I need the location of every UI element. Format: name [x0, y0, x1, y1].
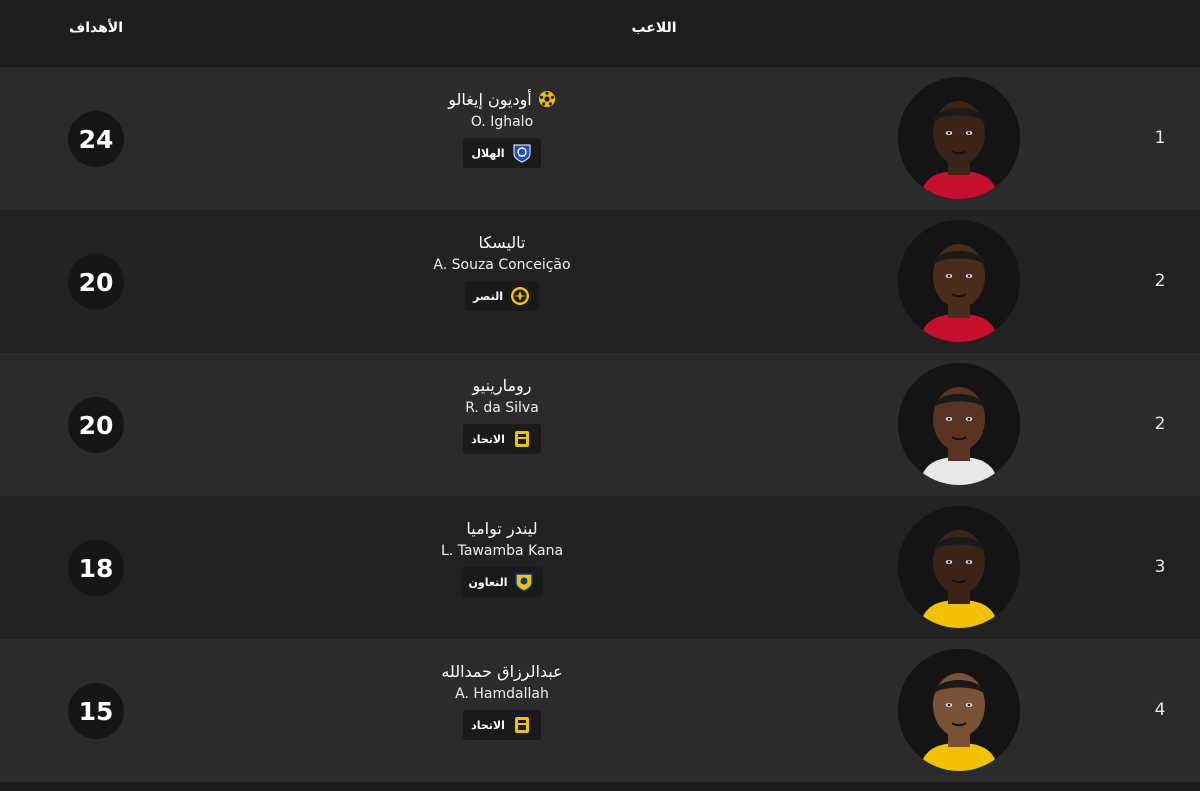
player-info: ليندر تواميا L. Tawamba Kana التعاون: [382, 516, 622, 597]
club-badge[interactable]: الاتحاد: [463, 710, 541, 740]
table-row[interactable]: 2 رومارينيو R. da Silva الاتحاد 20: [0, 353, 1200, 496]
player-name-arabic[interactable]: ليندر تواميا: [466, 516, 537, 540]
goals-count: 20: [68, 397, 124, 453]
player-name-english: A. Hamdallah: [455, 686, 549, 702]
club-name: الاتحاد: [471, 432, 505, 446]
player-photo[interactable]: [898, 77, 1020, 199]
table-row[interactable]: 3 ليندر تواميا L. Tawamba Kana التعاون 18: [0, 496, 1200, 639]
player-photo[interactable]: [898, 649, 1020, 771]
player-name-english: L. Tawamba Kana: [440, 543, 564, 559]
player-info: عبدالرزاق حمدالله A. Hamdallah الاتحاد: [382, 659, 622, 740]
club-badge[interactable]: التعاون: [460, 567, 544, 597]
club-badge[interactable]: النصر: [464, 281, 540, 311]
player-name-arabic[interactable]: عبدالرزاق حمدالله: [441, 659, 562, 683]
goals-count: 20: [68, 254, 124, 310]
club-badge[interactable]: الاتحاد: [463, 424, 541, 454]
table-row[interactable]: 1 أوديون إيغالو O. Ighalo الهلال 24: [0, 67, 1200, 210]
player-info: رومارينيو R. da Silva الاتحاد: [382, 373, 622, 454]
player-name-arabic-text: رومارينيو: [472, 375, 532, 395]
player-name-english: R. da Silva: [465, 400, 539, 416]
al-taawoun-logo-icon: [513, 571, 535, 593]
player-photo[interactable]: [898, 363, 1020, 485]
club-name: النصر: [472, 289, 504, 303]
player-info: أوديون إيغالو O. Ighalo الهلال: [382, 87, 622, 168]
rank-number: 2: [1154, 271, 1166, 291]
rank-number: 4: [1154, 700, 1166, 720]
player-name-arabic[interactable]: رومارينيو: [473, 373, 532, 397]
player-name-arabic-text: أوديون إيغالو: [448, 89, 532, 109]
player-column-header[interactable]: اللاعب: [594, 20, 714, 36]
al-nassr-logo-icon: [509, 285, 531, 307]
rank-number: 3: [1154, 557, 1166, 577]
goals-column-header[interactable]: الأهداف: [56, 20, 136, 36]
player-name-arabic-text: عبدالرزاق حمدالله: [441, 661, 563, 681]
player-name-arabic-text: ليندر تواميا: [466, 518, 538, 538]
football-icon: [538, 90, 556, 108]
table-row[interactable]: 2 تاليسكا A. Souza Conceição النصر 20: [0, 210, 1200, 353]
player-photo[interactable]: [898, 506, 1020, 628]
player-name-arabic[interactable]: تاليسكا: [478, 230, 525, 254]
club-name: الاتحاد: [471, 718, 505, 732]
club-name: الهلال: [471, 146, 505, 160]
club-badge[interactable]: الهلال: [463, 138, 541, 168]
al-hilal-logo-icon: [511, 142, 533, 164]
al-ittihad-logo-icon: [511, 714, 533, 736]
goals-count: 15: [68, 683, 124, 739]
player-info: تاليسكا A. Souza Conceição النصر: [382, 230, 622, 311]
player-name-english: A. Souza Conceição: [433, 257, 571, 273]
player-name-arabic-text: تاليسكا: [478, 232, 526, 252]
player-name-english: O. Ighalo: [470, 114, 534, 130]
player-name-arabic[interactable]: أوديون إيغالو: [448, 87, 555, 111]
top-scorers-table: الأهداف اللاعب 1 أوديون إيغالو O. Ighalo ال…: [0, 0, 1200, 791]
al-ittihad-logo-icon: [511, 428, 533, 450]
club-name: التعاون: [468, 575, 508, 589]
player-photo[interactable]: [898, 220, 1020, 342]
rank-number: 2: [1154, 414, 1166, 434]
table-row[interactable]: 4 عبدالرزاق حمدالله A. Hamdallah الاتحاد 15: [0, 639, 1200, 782]
table-header: الأهداف اللاعب: [0, 0, 1200, 67]
goals-count: 18: [68, 540, 124, 596]
rank-number: 1: [1154, 128, 1166, 148]
goals-count: 24: [68, 111, 124, 167]
